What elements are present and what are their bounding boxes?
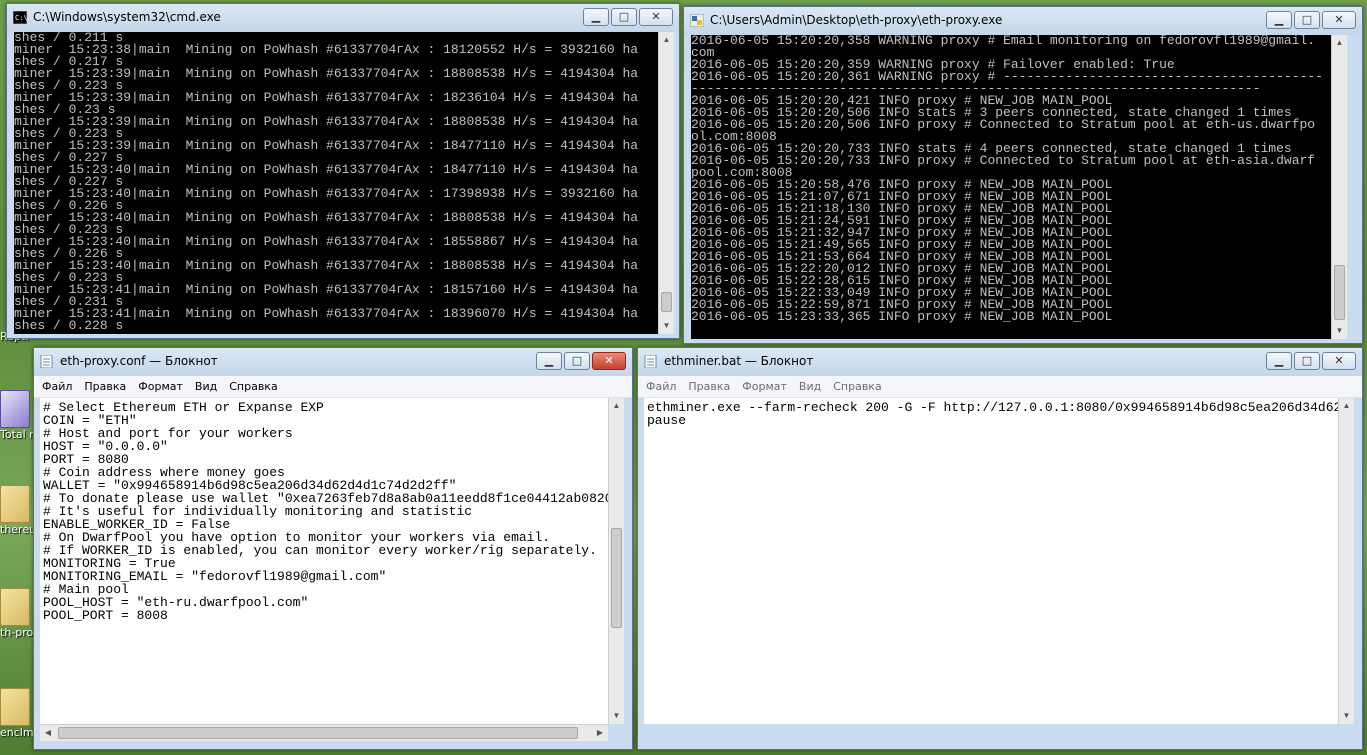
console-line: shes / 0.228 s <box>14 318 124 333</box>
console-icon: C:\ <box>13 11 27 24</box>
minimize-button[interactable]: ▁ <box>583 8 609 26</box>
desktop-icon-label: thereu <box>0 523 36 536</box>
menu-format[interactable]: Формат <box>138 380 183 393</box>
console-line: 2016-06-05 15:20:20,358 WARNING proxy # … <box>691 35 1316 48</box>
desktop-icon-label: th-prox <box>0 626 36 639</box>
minimize-button[interactable]: ▁ <box>536 352 562 370</box>
app-icon <box>0 390 30 428</box>
conf-notepad-window: eth-proxy.conf — Блокнот ▁ □ ✕ Файл Прав… <box>33 347 633 750</box>
menu-help[interactable]: Справка <box>229 380 277 393</box>
text-line: pause <box>647 413 687 428</box>
conf-vertical-scrollbar[interactable]: ▲ ▼ <box>608 398 624 724</box>
folder-icon <box>0 688 30 726</box>
minimize-button[interactable]: ▁ <box>1266 352 1292 370</box>
proxy-window: C:\Users\Admin\Desktop\eth-proxy\eth-pro… <box>683 6 1363 344</box>
menu-bar: Файл Правка Формат Вид Справка <box>34 376 632 398</box>
cmd-window: C:\ C:\Windows\system32\cmd.exe ▁ □ ✕ sh… <box>6 3 680 339</box>
maximize-button[interactable]: □ <box>1294 352 1320 370</box>
scroll-down-icon[interactable]: ▼ <box>1339 708 1354 724</box>
window-title: C:\Windows\system32\cmd.exe <box>33 10 221 24</box>
scroll-down-icon[interactable]: ▼ <box>659 318 674 334</box>
bat-text-area[interactable]: ethminer.exe --farm-recheck 200 -G -F ht… <box>644 398 1338 724</box>
scroll-up-icon[interactable]: ▲ <box>609 398 624 414</box>
conf-text-area[interactable]: # Select Ethereum ETH or Expanse EXP COIN… <box>40 398 608 724</box>
notepad-icon <box>644 355 657 368</box>
folder-icon <box>0 588 30 626</box>
menu-edit[interactable]: Правка <box>688 380 730 393</box>
close-button[interactable]: ✕ <box>1322 352 1356 370</box>
folder-icon <box>0 485 30 523</box>
scroll-right-icon[interactable]: ▶ <box>592 725 608 741</box>
desktop-icon-eth-proxy-folder[interactable]: th-prox <box>0 588 36 639</box>
text-line: ethminer.exe --farm-recheck 200 -G -F ht… <box>647 400 1338 415</box>
desktop-icon-label: enclmi <box>0 726 36 739</box>
svg-text:C:\: C:\ <box>15 14 27 22</box>
cmd-console-output[interactable]: shes / 0.211 s miner 15:23:38|main Mining… <box>14 32 658 334</box>
proxy-console-output[interactable]: 2016-06-05 15:20:20,358 WARNING proxy # … <box>691 35 1331 339</box>
scroll-thumb[interactable] <box>611 528 622 628</box>
bat-notepad-window: ethminer.bat — Блокнот ▁ □ ✕ Файл Правка… <box>637 347 1363 750</box>
notepad-icon <box>40 355 53 368</box>
scroll-up-icon[interactable]: ▲ <box>1332 35 1347 51</box>
scroll-thumb[interactable] <box>1334 265 1345 320</box>
text-line: POOL_PORT = 8008 <box>43 608 168 623</box>
desktop-icon-ethminer-folder[interactable]: enclmi <box>0 688 36 739</box>
desktop-icon-label: Total mman <box>0 428 36 441</box>
close-button[interactable]: ✕ <box>639 8 673 26</box>
conf-titlebar[interactable]: eth-proxy.conf — Блокнот ▁ □ ✕ <box>34 348 632 376</box>
proxy-scrollbar[interactable]: ▲ ▼ <box>1331 35 1347 339</box>
menu-help[interactable]: Справка <box>833 380 881 393</box>
window-title: eth-proxy.conf — Блокнот <box>60 354 218 368</box>
desktop-icon-ethereum-folder[interactable]: thereu <box>0 485 36 536</box>
cmd-titlebar[interactable]: C:\ C:\Windows\system32\cmd.exe ▁ □ ✕ <box>7 4 679 32</box>
menu-format[interactable]: Формат <box>742 380 787 393</box>
cmd-scrollbar[interactable]: ▲ ▼ <box>658 32 674 334</box>
scroll-up-icon[interactable]: ▲ <box>659 32 674 48</box>
scroll-up-icon[interactable]: ▲ <box>1339 398 1354 414</box>
maximize-button[interactable]: □ <box>1294 11 1320 29</box>
python-icon <box>690 14 704 27</box>
menu-file[interactable]: Файл <box>42 380 72 393</box>
minimize-button[interactable]: ▁ <box>1266 11 1292 29</box>
maximize-button[interactable]: □ <box>611 8 637 26</box>
scroll-thumb[interactable] <box>58 727 578 739</box>
conf-horizontal-scrollbar[interactable]: ◀ ▶ <box>40 724 608 741</box>
close-button[interactable]: ✕ <box>1322 11 1356 29</box>
menu-edit[interactable]: Правка <box>84 380 126 393</box>
console-line: 2016-06-05 15:23:33,365 INFO proxy # NEW… <box>691 309 1113 324</box>
console-line: 2016-06-05 15:20:20,506 INFO proxy # Con… <box>691 117 1316 132</box>
window-title: C:\Users\Admin\Desktop\eth-proxy\eth-pro… <box>710 13 1003 27</box>
scroll-left-icon[interactable]: ◀ <box>40 725 56 741</box>
desktop-icon-total[interactable]: Total mman <box>0 390 36 441</box>
menu-view[interactable]: Вид <box>799 380 821 393</box>
bat-titlebar[interactable]: ethminer.bat — Блокнот ▁ □ ✕ <box>638 348 1362 376</box>
proxy-titlebar[interactable]: C:\Users\Admin\Desktop\eth-proxy\eth-pro… <box>684 7 1362 35</box>
scroll-thumb[interactable] <box>661 292 672 312</box>
menu-view[interactable]: Вид <box>195 380 217 393</box>
menu-file[interactable]: Файл <box>646 380 676 393</box>
close-button[interactable]: ✕ <box>592 352 626 370</box>
maximize-button[interactable]: □ <box>564 352 590 370</box>
menu-bar: Файл Правка Формат Вид Справка <box>638 376 1362 398</box>
scroll-down-icon[interactable]: ▼ <box>609 708 624 724</box>
bat-vertical-scrollbar[interactable]: ▲ ▼ <box>1338 398 1354 724</box>
scroll-down-icon[interactable]: ▼ <box>1332 323 1347 339</box>
window-title: ethminer.bat — Блокнот <box>664 354 814 368</box>
